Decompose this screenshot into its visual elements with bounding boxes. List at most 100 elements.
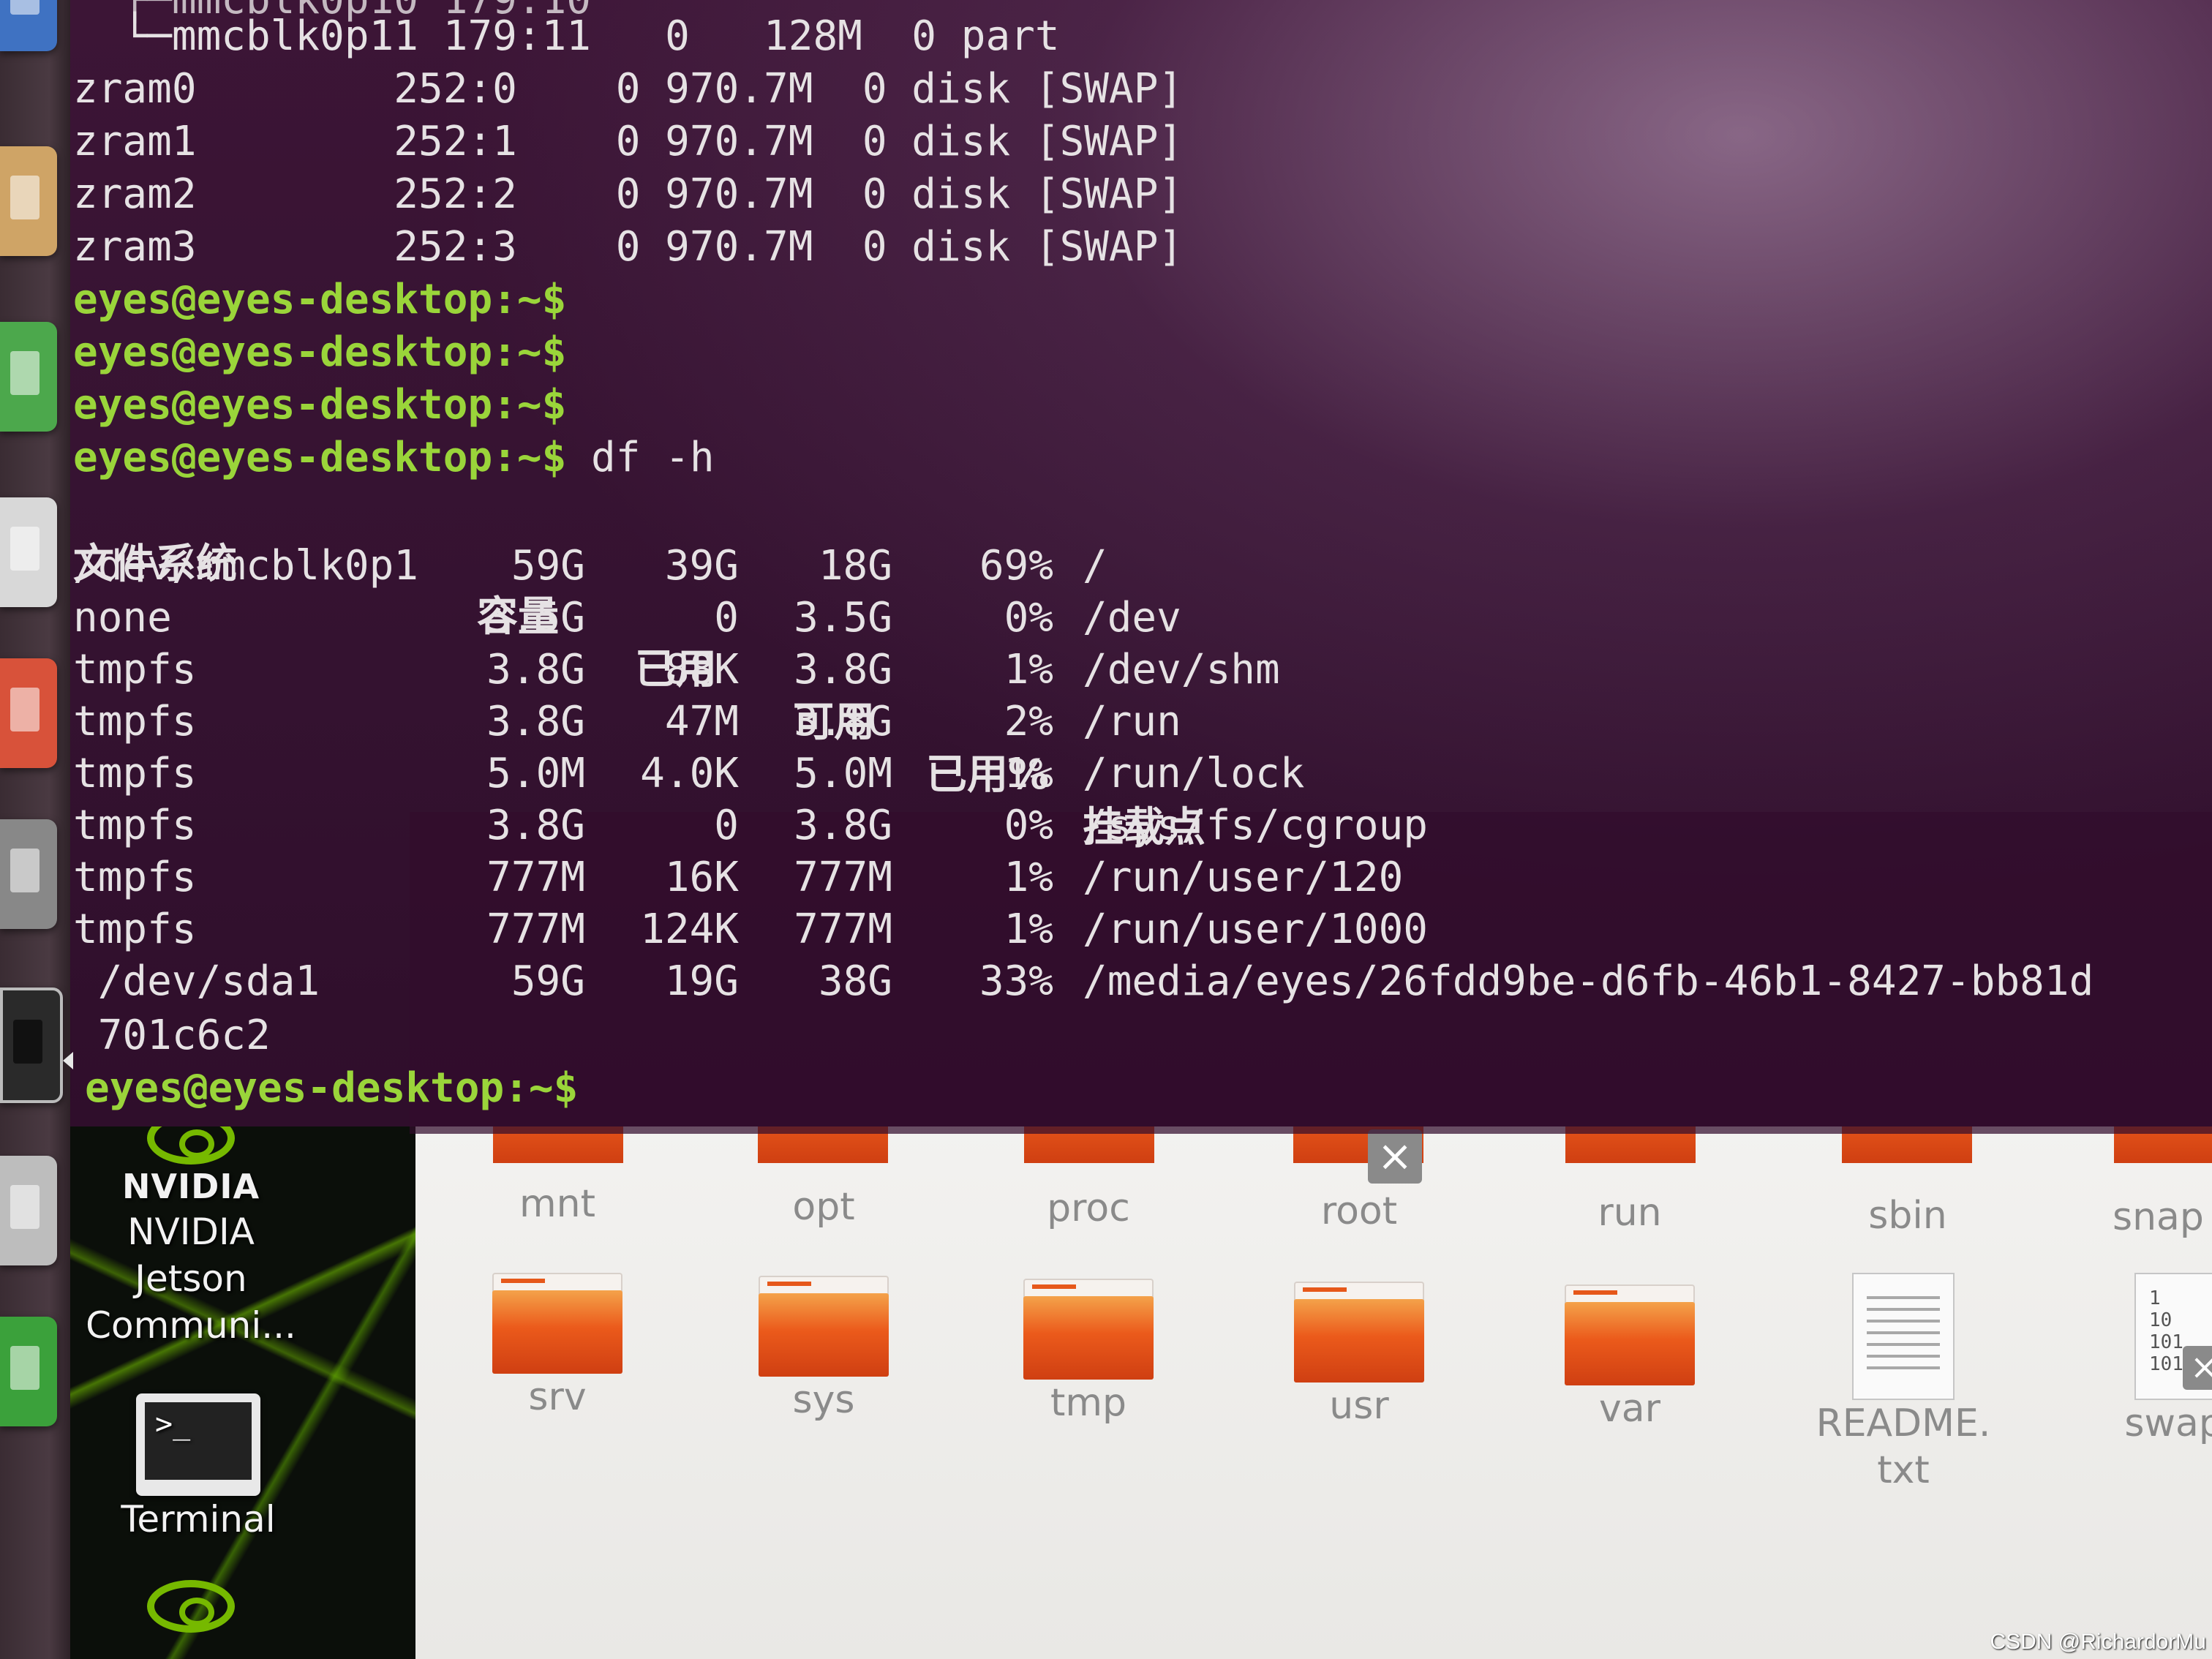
shell-prompt: eyes@eyes-desktop:~$: [85, 1064, 579, 1112]
desktop-icon-label: NVIDIA: [127, 1211, 255, 1253]
file-manager-window: × mnt opt proc root run sbin snap srv sy…: [415, 1112, 2212, 1659]
df-cell-filesystem: tmpfs: [73, 802, 197, 849]
df-cell-mounted: /run/user/1000: [1083, 906, 1429, 953]
df-cell-mounted: /dev/shm: [1083, 646, 1280, 693]
folder-label: root: [1320, 1189, 1398, 1233]
df-cell-used: 16K: [664, 854, 739, 901]
df-cell-size: 59G: [511, 542, 585, 590]
folder-proc[interactable]: proc: [993, 1185, 1184, 1232]
df-cell-avail: 3.8G: [794, 698, 892, 745]
df-cell-size: 59G: [511, 958, 585, 1005]
df-cell-used: 47M: [664, 698, 739, 745]
df-cell-avail: 3.8G: [794, 646, 892, 693]
df-cell-usepct: 0%: [1004, 594, 1053, 642]
nvidia-desktop-icon-partial[interactable]: [85, 1580, 297, 1633]
folder-tmp[interactable]: tmp: [993, 1279, 1184, 1426]
terminal-desktop-icon[interactable]: >_ Terminal: [92, 1393, 304, 1543]
command-text: df -h: [566, 434, 715, 481]
file-label: txt: [1877, 1448, 1930, 1492]
folder-label: mnt: [519, 1182, 595, 1226]
lsblk-row: zram2 252:2 0 970.7M 0 disk [SWAP]: [73, 170, 1184, 218]
df-cell-usepct: 0%: [1004, 802, 1053, 849]
locked-x-icon: ×: [2183, 1346, 2212, 1390]
folder-snap[interactable]: snap: [2113, 1194, 2212, 1241]
df-cell-used: 88K: [664, 646, 739, 693]
df-cell-mounted: /sys/fs/cgroup: [1083, 802, 1429, 849]
folder-label: sys: [792, 1378, 855, 1422]
df-cell-usepct: 1%: [1004, 750, 1053, 797]
folder-label: snap: [2113, 1195, 2204, 1239]
lsblk-row: zram1 252:1 0 970.7M 0 disk [SWAP]: [73, 118, 1184, 165]
csdn-watermark: CSDN @RichardorMu: [1990, 1630, 2206, 1654]
locked-x-icon: ×: [1368, 1129, 1422, 1184]
desktop-background: NVIDIA NVIDIA Jetson Communi... >_ Termi…: [70, 1097, 421, 1659]
df-cell-avail: 38G: [818, 958, 892, 1005]
df-cell-mounted: /: [1083, 542, 1107, 590]
terminal-icon: >_: [136, 1393, 260, 1496]
df-cell-usepct: 2%: [1004, 698, 1053, 745]
df-cell-mounted: /run: [1083, 698, 1181, 745]
nvidia-eye-icon: [147, 1580, 235, 1633]
df-cell-usepct: 1%: [1004, 854, 1053, 901]
usb-launcher-icon[interactable]: [0, 1317, 57, 1426]
folder-mnt[interactable]: mnt: [462, 1181, 652, 1227]
df-cell-size: 3.8G: [486, 802, 585, 849]
folder-srv[interactable]: srv: [462, 1273, 652, 1421]
folder-var[interactable]: var: [1535, 1284, 1725, 1432]
df-cell-usepct: 1%: [1004, 906, 1053, 953]
terminal-output: ├─mmcblk0p10 179:10 └─mmcblk0p11 179:11 …: [0, 0, 2142, 1126]
desktop-icon-label: Jetson: [135, 1257, 247, 1300]
df-cell-usepct: 69%: [979, 542, 1053, 590]
df-cell-used: 0: [714, 802, 739, 849]
lsblk-row: └─mmcblk0p11 179:11 0 128M 0 part: [73, 12, 1060, 60]
folder-label: var: [1598, 1387, 1661, 1431]
df-cell-size: 3.5G: [486, 594, 585, 642]
folder-sys[interactable]: sys: [729, 1276, 919, 1423]
folder-usr[interactable]: usr: [1264, 1282, 1454, 1429]
df-cell-size: 777M: [486, 854, 585, 901]
df-cell-avail: 777M: [794, 906, 892, 953]
folder-root[interactable]: root: [1264, 1188, 1454, 1235]
df-cell-filesystem: tmpfs: [73, 750, 197, 797]
desktop-icon-label: Communi...: [86, 1304, 296, 1347]
df-cell-filesystem: tmpfs: [73, 646, 197, 693]
df-cell-filesystem: /dev/mmcblk0p1: [73, 542, 419, 590]
df-cell-filesystem: /dev/sda1: [73, 958, 320, 1005]
df-cell-avail: 3.8G: [794, 802, 892, 849]
df-cell-size: 3.8G: [486, 698, 585, 745]
shell-prompt: eyes@eyes-desktop:~$: [73, 381, 567, 429]
df-cell-avail: 5.0M: [794, 750, 892, 797]
file-readme[interactable]: README. txt: [1808, 1273, 1998, 1494]
df-cell-filesystem: tmpfs: [73, 854, 197, 901]
folder-sbin[interactable]: sbin: [1813, 1192, 2003, 1239]
nvidia-jetson-desktop-icon[interactable]: NVIDIA NVIDIA Jetson Communi...: [85, 1112, 297, 1349]
file-label: swapfi: [2124, 1402, 2212, 1445]
df-wrapped-tail: 701c6c2: [73, 1012, 271, 1059]
df-cell-mounted: /dev: [1083, 594, 1181, 642]
shell-prompt: eyes@eyes-desktop:~$: [73, 328, 567, 376]
folder-icon: [759, 1276, 889, 1377]
lsblk-row: zram0 252:0 0 970.7M 0 disk [SWAP]: [73, 65, 1184, 113]
df-cell-mounted: /run/user/120: [1083, 854, 1404, 901]
nvidia-logo-text: NVIDIA: [121, 1167, 260, 1206]
shell-prompt: eyes@eyes-desktop:~$: [73, 276, 567, 323]
df-cell-used: 39G: [664, 542, 739, 590]
df-cell-mounted: /media/eyes/26fdd9be-d6fb-46b1-8427-bb81…: [1083, 958, 2094, 1005]
df-cell-size: 5.0M: [486, 750, 585, 797]
df-cell-avail: 18G: [818, 542, 892, 590]
desktop-icon-label: Terminal: [121, 1498, 276, 1540]
df-cell-used: 124K: [640, 906, 739, 953]
df-cell-used: 4.0K: [640, 750, 739, 797]
df-cell-size: 3.8G: [486, 646, 585, 693]
df-cell-filesystem: tmpfs: [73, 906, 197, 953]
folder-label: opt: [792, 1185, 855, 1229]
folder-opt[interactable]: opt: [729, 1184, 919, 1230]
df-header: 文件系统 容量 已用 可用 已用% 挂载点: [73, 486, 1205, 851]
df-cell-filesystem: none: [73, 594, 172, 642]
folder-run[interactable]: run: [1535, 1189, 1725, 1236]
file-label: README.: [1816, 1402, 1991, 1445]
df-cell-size: 777M: [486, 906, 585, 953]
folder-label: srv: [528, 1375, 587, 1419]
folder-icon: [1565, 1284, 1695, 1385]
drive-launcher-icon[interactable]: [0, 1156, 57, 1265]
